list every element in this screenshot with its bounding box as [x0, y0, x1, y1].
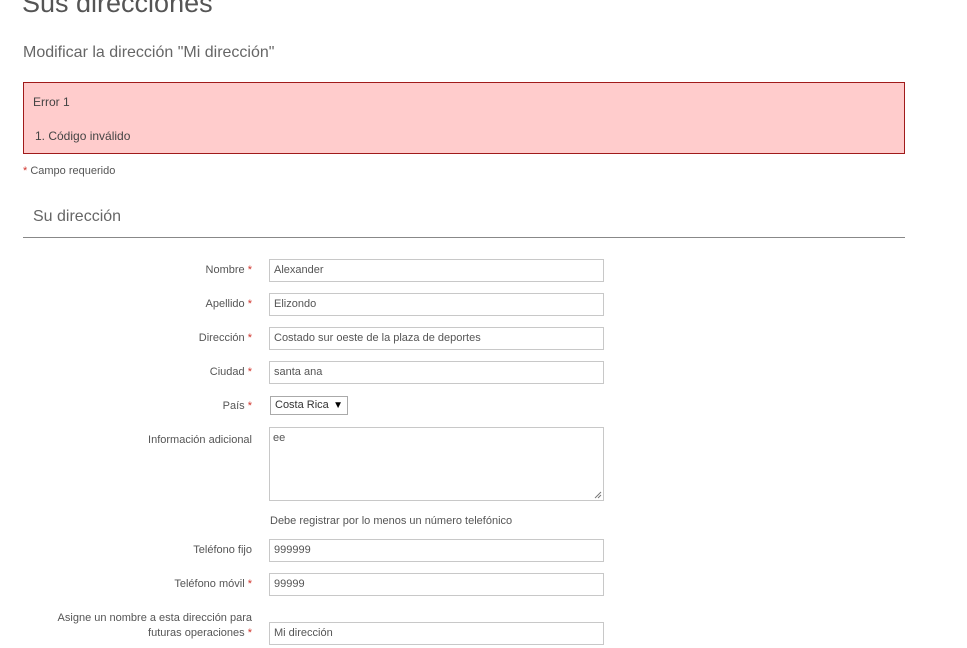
alias-label-line1: Asigne un nombre a esta dirección para: [57, 612, 252, 624]
country-select[interactable]: Costa Rica ▼: [270, 396, 348, 415]
required-star: *: [247, 298, 252, 310]
error-alert: Error 1 1. Código inválido: [23, 82, 905, 154]
country-label-text: País: [222, 400, 245, 412]
lastname-label: Apellido *: [206, 297, 252, 312]
phone-requirement-note: Debe registrar por lo menos un número te…: [270, 515, 513, 527]
city-label: Ciudad *: [210, 365, 252, 380]
error-title: Error 1: [33, 95, 70, 109]
required-star: *: [247, 627, 252, 639]
page-subtitle: Modificar la dirección "Mi dirección": [23, 44, 275, 61]
address-input[interactable]: Costado sur oeste de la plaza de deporte…: [269, 327, 604, 350]
firstname-input[interactable]: Alexander: [269, 259, 604, 282]
address-label: Dirección *: [199, 331, 252, 346]
firstname-label-text: Nombre: [205, 264, 245, 276]
section-divider: [23, 237, 905, 238]
country-selected-value: Costa Rica: [275, 399, 329, 411]
required-star: *: [247, 264, 252, 276]
city-input[interactable]: santa ana: [269, 361, 604, 384]
section-title: Su dirección: [33, 208, 122, 225]
required-star: *: [247, 578, 252, 590]
page-title: Sus direcciones: [22, 0, 213, 18]
country-label: País *: [223, 399, 252, 414]
other-label: Información adicional: [148, 434, 252, 446]
required-star: *: [247, 332, 252, 344]
phone-input[interactable]: 999999: [269, 539, 604, 562]
alias-label: Asigne un nombre a esta dirección para f…: [58, 611, 252, 641]
error-item: 1. Código inválido: [35, 129, 131, 143]
lastname-label-text: Apellido: [205, 298, 245, 310]
firstname-label: Nombre *: [206, 263, 252, 278]
address-edit-page: Sus direcciones Modificar la dirección "…: [0, 0, 967, 648]
alias-label-line2: futuras operaciones: [148, 627, 245, 639]
mobile-phone-input[interactable]: 99999: [269, 573, 604, 596]
alias-label-line2-wrap: futuras operaciones *: [58, 626, 252, 641]
phone-label: Teléfono fijo: [193, 544, 252, 556]
city-label-text: Ciudad: [209, 366, 245, 378]
mobile-phone-label-text: Teléfono móvil: [174, 578, 245, 590]
other-textarea[interactable]: ee: [269, 427, 604, 501]
required-star: *: [247, 366, 252, 378]
required-star: *: [247, 400, 252, 412]
lastname-input[interactable]: Elizondo: [269, 293, 604, 316]
alias-input[interactable]: Mi dirección: [269, 622, 604, 645]
address-label-text: Dirección: [198, 332, 245, 344]
required-field-note: * Campo requerido: [23, 163, 115, 179]
mobile-phone-label: Teléfono móvil *: [174, 577, 252, 592]
dropdown-arrow-icon: ▼: [333, 400, 343, 411]
required-note-text: Campo requerido: [27, 165, 116, 177]
other-textarea-value: ee: [273, 432, 286, 444]
resize-grip-icon[interactable]: [593, 490, 602, 499]
